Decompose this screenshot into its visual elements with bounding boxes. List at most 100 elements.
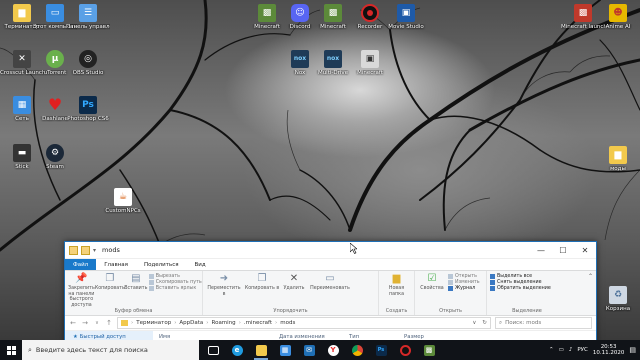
desktop-icon-mods-folder[interactable]: ▆ моды xyxy=(596,146,640,172)
clock-date: 10.11.2020 xyxy=(592,350,625,356)
folder-icon xyxy=(121,320,128,326)
taskbar-apps: e ▦ ✉ Y Ps ▩ xyxy=(201,340,441,360)
taskbar-chrome[interactable] xyxy=(345,340,369,360)
volume-icon[interactable]: ♪ xyxy=(569,347,573,353)
chevron-up-icon[interactable]: ⌃ xyxy=(549,347,554,353)
tab-home[interactable]: Главная xyxy=(96,259,136,270)
desktop-icon-customnpcs[interactable]: ☕ CustomNPCs xyxy=(101,188,145,214)
photoshop-icon: Ps xyxy=(375,344,387,356)
recorder-icon xyxy=(399,344,411,356)
minecraft-icon: ▩ xyxy=(423,344,435,356)
window-titlebar[interactable]: ▾ mods — ☐ ✕ xyxy=(65,242,596,259)
steam-icon: ⚙ xyxy=(46,144,64,162)
open-button[interactable]: Открыть xyxy=(448,274,480,279)
pin-icon: 📌 xyxy=(75,273,88,284)
shortcut-icon xyxy=(148,286,154,291)
scissors-icon xyxy=(148,274,154,279)
yandex-icon: Y xyxy=(327,344,339,356)
paste-shortcut-button[interactable]: Вставить ярлык xyxy=(148,286,202,291)
desktop-icon-photoshop[interactable]: Ps Photoshop CS6 xyxy=(66,96,110,122)
desktop-icon-recycle-bin[interactable]: ♻ Корзина xyxy=(596,286,640,312)
windows-logo-icon xyxy=(6,345,16,355)
ribbon-home: 📌 Закрепить на панели быстрого доступа ❐… xyxy=(65,271,596,316)
breadcrumb-item[interactable]: Roaming xyxy=(212,320,236,326)
select-group-label: Выделение xyxy=(512,308,542,314)
ribbon-collapse-icon[interactable]: ⌃ xyxy=(588,273,593,280)
select-group: Выделить все Снять выделение Обратить вы… xyxy=(487,271,567,315)
new-folder-icon: ▆ xyxy=(392,273,401,284)
system-tray: ⌃ ▭ ♪ РУС 20:53 10.11.2020 ▤ xyxy=(549,344,640,357)
taskbar-photoshop[interactable]: Ps xyxy=(369,340,393,360)
chevron-down-icon[interactable]: ▾ xyxy=(93,247,96,254)
invert-selection-button[interactable]: Обратить выделение xyxy=(490,286,551,291)
breadcrumb[interactable]: › Терминатор › AppData › Roaming › .mine… xyxy=(117,317,491,329)
taskbar-minecraft[interactable]: ▩ xyxy=(417,340,441,360)
invert-selection-icon xyxy=(490,286,495,291)
start-button[interactable] xyxy=(0,340,22,360)
network-icon: ▦ xyxy=(13,96,31,114)
taskbar-yandex[interactable]: Y xyxy=(321,340,345,360)
history-button[interactable]: Журнал xyxy=(448,286,480,291)
address-dropdown-icon[interactable]: ∨ xyxy=(472,320,479,326)
breadcrumb-item[interactable]: Терминатор xyxy=(136,320,171,326)
desktop-icon-minecraft-3[interactable]: ▣ Minecraft xyxy=(348,50,392,76)
recent-chevron-icon[interactable]: ∨ xyxy=(93,320,101,326)
refresh-icon[interactable]: ↻ xyxy=(482,320,490,326)
organize-group: ➜ Переместить в ❐ Копировать в ✕ Удалить… xyxy=(203,271,379,315)
tab-view[interactable]: Вид xyxy=(187,259,214,270)
nox-icon: nox xyxy=(291,50,309,68)
discord-icon: ☺ xyxy=(291,4,309,22)
desktop-icon-control-panel[interactable]: ☰ Панель управления xyxy=(66,4,110,30)
copy-icon: ❐ xyxy=(105,273,115,284)
minecraft-icon: ▣ xyxy=(361,50,379,68)
language-indicator[interactable]: РУС xyxy=(577,347,588,353)
minimize-button[interactable]: — xyxy=(530,242,552,258)
anime-icon: ☻ xyxy=(609,4,627,22)
breadcrumb-item[interactable]: AppData xyxy=(179,320,203,326)
edit-button[interactable]: Изменить xyxy=(448,280,480,285)
taskbar-explorer[interactable] xyxy=(249,340,273,360)
tab-file[interactable]: Файл xyxy=(65,259,97,270)
select-none-icon xyxy=(490,280,495,285)
select-none-button[interactable]: Снять выделение xyxy=(490,280,551,285)
task-view-button[interactable] xyxy=(201,340,225,360)
heart-icon: ♥ xyxy=(47,95,63,114)
breadcrumb-item[interactable]: .minecraft xyxy=(244,320,272,326)
forward-arrow-icon[interactable]: → xyxy=(81,319,89,327)
close-button[interactable]: ✕ xyxy=(574,242,596,258)
desktop-icon-obs[interactable]: ◎ OBS Studio xyxy=(66,50,110,76)
explorer-icon xyxy=(255,344,267,356)
movie-icon: ▣ xyxy=(397,4,415,22)
clipboard-group-label: Буфер обмена xyxy=(114,308,153,314)
select-all-button[interactable]: Выделить все xyxy=(490,274,551,279)
new-group: ▆ Новая папка Создать xyxy=(379,271,415,315)
maximize-button[interactable]: ☐ xyxy=(552,242,574,258)
copy-path-button[interactable]: Скопировать путь xyxy=(148,280,202,285)
up-arrow-icon[interactable]: ↑ xyxy=(105,319,113,327)
mail-icon: ✉ xyxy=(303,344,315,356)
tab-share[interactable]: Поделиться xyxy=(136,259,187,270)
edit-icon xyxy=(448,280,453,285)
desktop-icon-anime[interactable]: ☻ Anime AI xyxy=(596,4,640,30)
breadcrumb-item[interactable]: mods xyxy=(280,320,295,326)
properties-quick-icon[interactable] xyxy=(69,245,78,255)
desktop-icon-steam[interactable]: ⚙ Steam xyxy=(33,144,77,170)
notifications-icon[interactable]: ▤ xyxy=(629,346,636,354)
taskbar-mail[interactable]: ✉ xyxy=(297,340,321,360)
new-folder-quick-icon[interactable] xyxy=(81,245,90,255)
desktop-icon-movie-studio[interactable]: ▣ Movie Studio xyxy=(384,4,428,30)
back-arrow-icon[interactable]: ← xyxy=(69,319,77,327)
taskbar-store[interactable]: ▦ xyxy=(273,340,297,360)
cut-button[interactable]: Вырезать xyxy=(148,274,202,279)
folder-icon: ▆ xyxy=(609,146,627,164)
taskbar-search-box[interactable]: ⌕ Введите здесь текст для поиска xyxy=(22,340,199,360)
mouse-cursor-icon xyxy=(350,243,357,254)
search-input[interactable]: ⌕ Поиск: mods xyxy=(495,317,592,329)
taskbar-edge[interactable]: e xyxy=(225,340,249,360)
breadcrumb-separator: › xyxy=(275,320,278,326)
taskbar-recorder[interactable] xyxy=(393,340,417,360)
network-tray-icon[interactable]: ▭ xyxy=(559,347,564,353)
address-bar-row: ← → ∨ ↑ › Терминатор › AppData › Roaming… xyxy=(65,316,596,331)
search-icon: ⌕ xyxy=(499,319,503,326)
clock[interactable]: 20:53 10.11.2020 xyxy=(593,344,625,357)
